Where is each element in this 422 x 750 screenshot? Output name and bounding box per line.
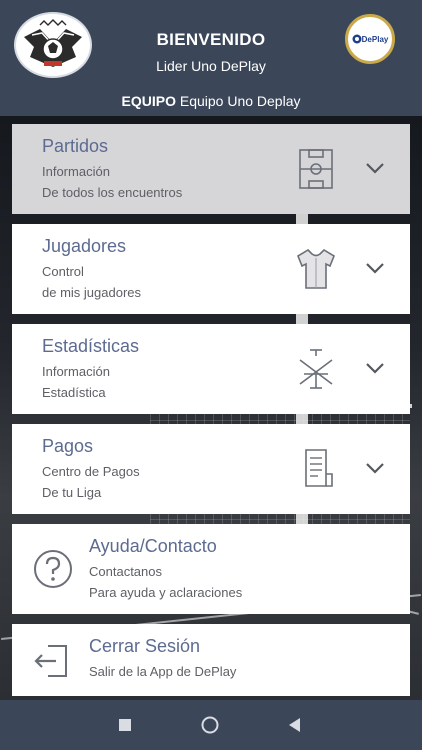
chevron-down-icon[interactable] (364, 460, 386, 476)
chevron-down-icon[interactable] (364, 160, 386, 176)
card-subtitle: Contactanos (89, 564, 162, 579)
menu-card-partidos[interactable]: Partidos Información De todos los encuen… (12, 124, 410, 214)
menu-card-jugadores[interactable]: Jugadores Control de mis jugadores (12, 224, 410, 314)
receipt-icon (305, 449, 333, 487)
card-subtitle: de mis jugadores (42, 285, 141, 300)
app-screen: BIENVENIDO Lider Uno DePlay DePlay EQUIP… (0, 0, 422, 750)
chevron-down-icon[interactable] (364, 360, 386, 376)
card-title: Estadísticas (42, 336, 140, 356)
card-subtitle: De tu Liga (42, 485, 102, 500)
team-label: EQUIPO (121, 93, 176, 109)
logout-icon (34, 645, 67, 677)
deplay-logo-text: DePlay (361, 34, 389, 44)
card-subtitle: Control (42, 264, 84, 279)
card-title: Cerrar Sesión (89, 636, 201, 656)
menu-card-estadisticas[interactable]: Estadísticas Información Estadística (12, 324, 410, 414)
menu-card-logout[interactable]: Cerrar Sesión Salir de la App de DePlay (12, 624, 410, 696)
card-subtitle: Información (42, 364, 110, 379)
recents-button-icon[interactable] (115, 715, 135, 735)
deplay-mark-icon (352, 34, 362, 44)
chevron-down-icon[interactable] (364, 260, 386, 276)
card-title: Jugadores (42, 236, 127, 256)
back-button-icon[interactable] (285, 715, 305, 735)
card-title: Pagos (42, 436, 94, 456)
card-subtitle: Centro de Pagos (42, 464, 140, 479)
card-title: Partidos (42, 136, 109, 156)
deplay-logo: DePlay (345, 14, 395, 64)
field-icon (299, 149, 333, 189)
team-name: Equipo Uno Deplay (179, 93, 301, 109)
system-nav-bar (0, 700, 422, 750)
card-subtitle: De todos los encuentros (42, 185, 183, 200)
card-subtitle: Estadística (42, 385, 106, 400)
card-subtitle: Para ayuda y aclaraciones (89, 585, 243, 600)
tactics-icon (299, 349, 333, 389)
question-icon (34, 550, 72, 588)
menu-card-ayuda[interactable]: Ayuda/Contacto Contactanos Para ayuda y … (12, 524, 410, 614)
card-subtitle: Salir de la App de DePlay (89, 664, 237, 679)
home-button-icon[interactable] (200, 715, 220, 735)
card-subtitle: Información (42, 164, 110, 179)
team-line: EQUIPO Equipo Uno Deplay (0, 93, 422, 109)
jersey-icon (297, 248, 335, 289)
app-header: BIENVENIDO Lider Uno DePlay DePlay EQUIP… (0, 0, 422, 116)
card-title: Ayuda/Contacto (89, 536, 217, 556)
menu-card-pagos[interactable]: Pagos Centro de Pagos De tu Liga (12, 424, 410, 514)
